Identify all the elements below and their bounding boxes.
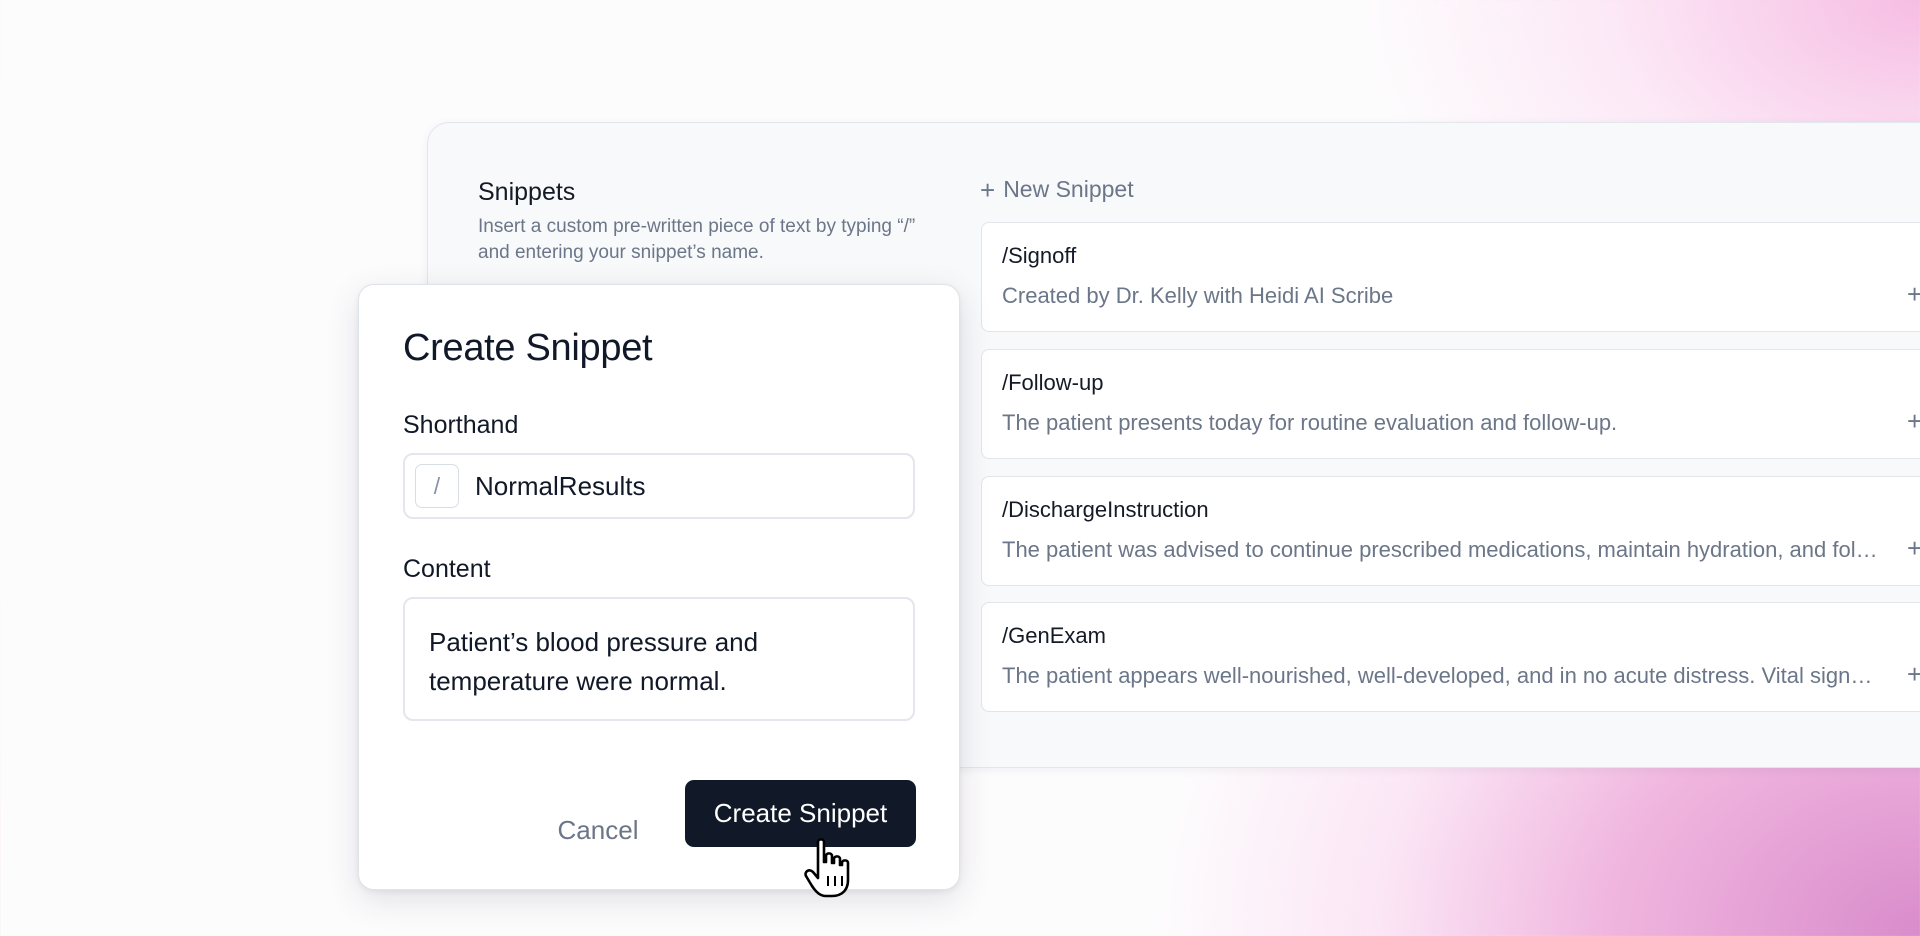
plus-icon[interactable]: + [1907,533,1920,564]
snippet-content: The patient presents today for routine e… [1002,410,1618,435]
snippet-content: The patient appears well-nourished, well… [1002,663,1882,688]
plus-icon[interactable]: + [1907,279,1920,310]
cancel-button[interactable]: Cancel [539,797,657,863]
snippet-name: /DischargeInstruction [1002,497,1209,522]
plus-icon[interactable]: + [1907,406,1920,437]
content-textarea[interactable]: Patient’s blood pressure and temperature… [403,597,915,721]
snippet-content: The patient was advised to continue pres… [1002,537,1882,562]
new-snippet-label: New Snippet [1003,176,1134,202]
shorthand-value: NormalResults [475,470,646,501]
hand-pointer-icon [804,838,850,898]
shorthand-input[interactable]: / NormalResults [403,453,915,519]
slash-prefix: / [415,464,459,508]
snippet-card-follow-up[interactable]: /Follow-up The patient presents today fo… [981,349,1920,459]
new-snippet-button[interactable]: + New Snippet [980,176,1134,203]
snippet-name: /Follow-up [1002,370,1104,395]
snippet-card-signoff[interactable]: /Signoff Created by Dr. Kelly with Heidi… [981,222,1920,332]
shorthand-label: Shorthand [403,411,519,439]
section-description: Insert a custom pre-written piece of tex… [478,216,916,263]
content-label: Content [403,555,491,583]
section-title: Snippets [478,178,576,206]
create-snippet-dialog: Create Snippet Shorthand / NormalResults… [358,284,960,890]
snippet-card-gen-exam[interactable]: /GenExam The patient appears well-nouris… [981,602,1920,712]
snippet-name: /GenExam [1002,623,1106,648]
snippet-card-discharge-instruction[interactable]: /DischargeInstruction The patient was ad… [981,476,1920,586]
create-snippet-button[interactable]: Create Snippet [685,780,916,847]
plus-icon: + [980,174,996,205]
plus-icon[interactable]: + [1907,659,1920,690]
snippet-name: /Signoff [1002,243,1077,268]
snippet-content: Created by Dr. Kelly with Heidi AI Scrib… [1002,283,1394,308]
dialog-title: Create Snippet [403,327,653,369]
